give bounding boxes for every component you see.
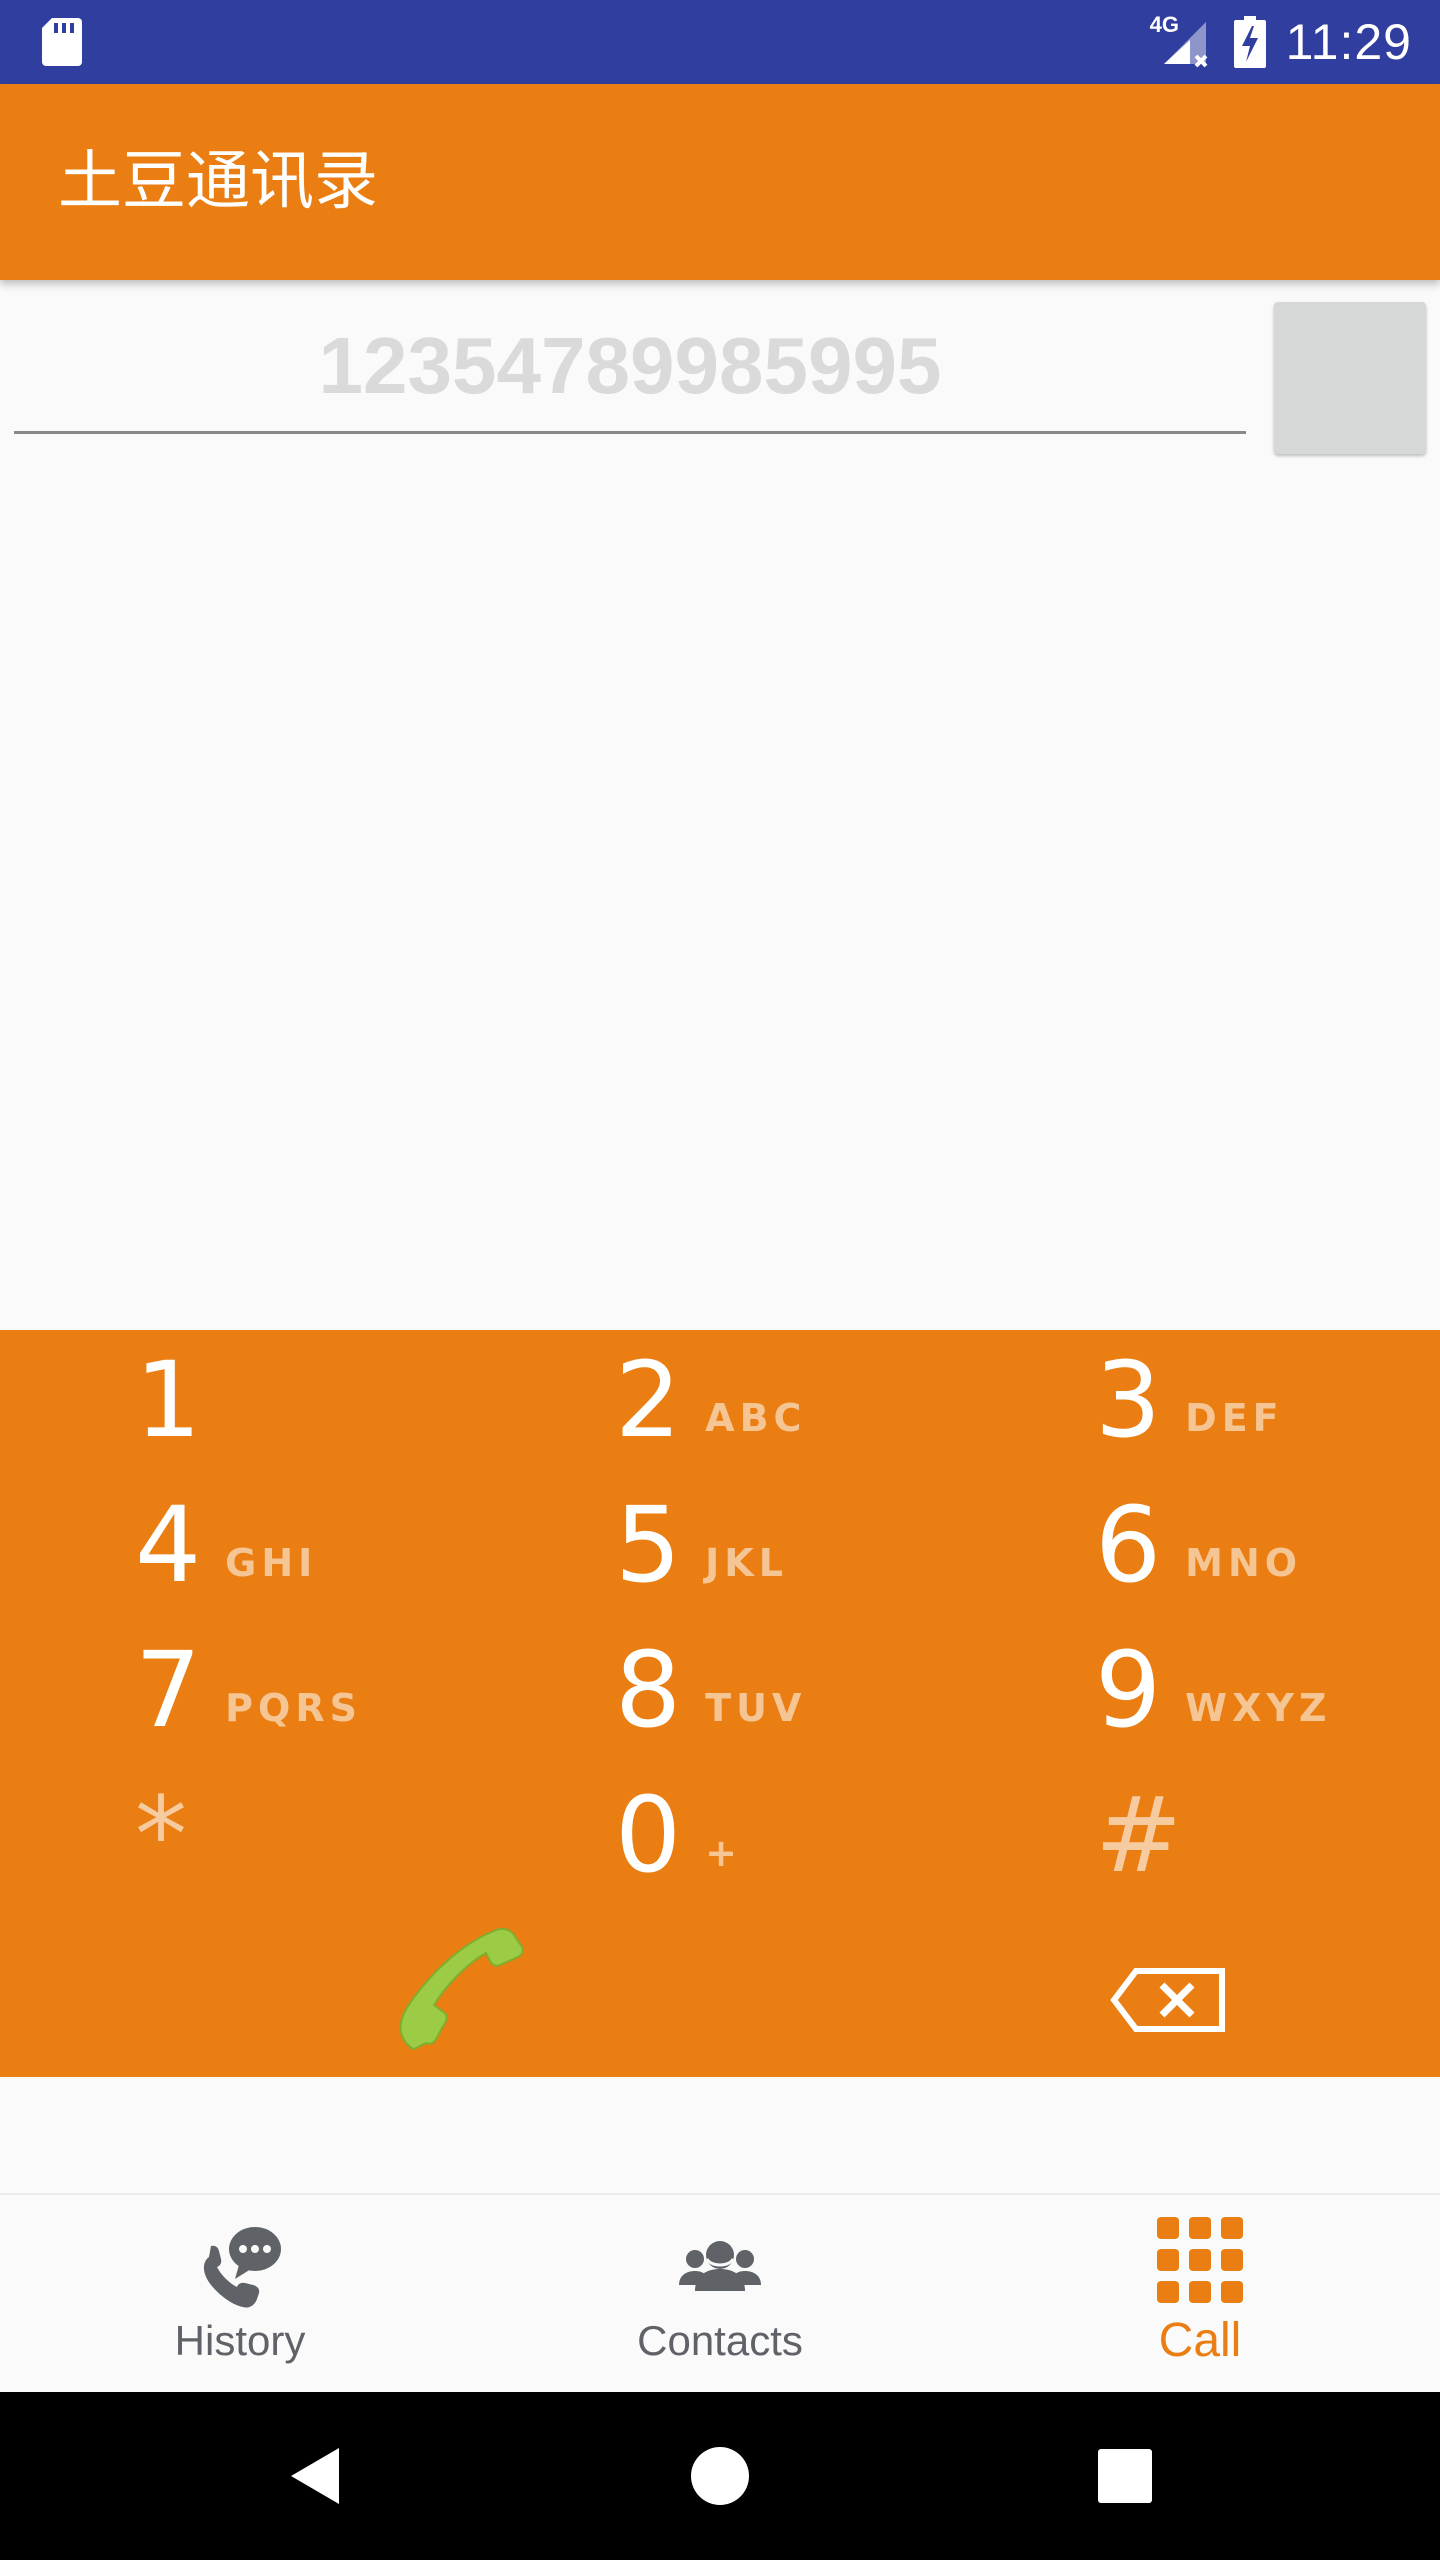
home-circle-icon	[691, 2447, 749, 2505]
back-triangle-icon	[291, 2448, 339, 2504]
key-digit: 2	[615, 1339, 682, 1461]
key-3[interactable]: 3 DEF	[1095, 1335, 1284, 1465]
key-digit: 1	[135, 1339, 202, 1461]
bottom-navigation: History Contacts Call	[0, 2193, 1440, 2393]
key-0[interactable]: 0 +	[615, 1770, 742, 1900]
key-letters: DEF	[1185, 1396, 1284, 1440]
recents-square-icon	[1098, 2449, 1152, 2503]
key-digit: 4	[135, 1484, 202, 1606]
key-4[interactable]: 4 GHI	[135, 1480, 317, 1610]
key-digit: 9	[1095, 1629, 1162, 1751]
key-2[interactable]: 2 ABC	[615, 1335, 806, 1465]
nav-history[interactable]: History	[90, 2195, 390, 2393]
key-digit: 6	[1095, 1484, 1162, 1606]
nav-contacts[interactable]: Contacts	[570, 2195, 870, 2393]
key-letters: GHI	[225, 1541, 318, 1585]
sd-card-icon	[42, 18, 82, 66]
key-letters: ABC	[705, 1396, 807, 1440]
key-5[interactable]: 5 JKL	[615, 1480, 788, 1610]
clock: 11:29	[1285, 14, 1412, 70]
key-digit: 3	[1095, 1339, 1162, 1461]
key-7[interactable]: 7 PQRS	[135, 1625, 362, 1755]
backspace-button[interactable]	[1110, 1965, 1230, 2035]
key-letters: MNO	[1185, 1541, 1303, 1585]
key-digit: 0	[615, 1774, 682, 1896]
nav-label: Contacts	[637, 2317, 803, 2364]
key-star[interactable]: *	[135, 1770, 187, 1900]
group-icon	[679, 2241, 761, 2291]
dialpad-icon	[1157, 2217, 1243, 2303]
key-digit: #	[1095, 1774, 1183, 1896]
key-letters: JKL	[705, 1541, 788, 1585]
home-button[interactable]	[660, 2392, 780, 2560]
nav-call[interactable]: Call	[1050, 2195, 1350, 2393]
back-button[interactable]	[255, 2392, 375, 2560]
key-8[interactable]: 8 TUV	[615, 1625, 806, 1755]
backspace-icon	[1110, 1968, 1225, 2032]
signal-icon: 4G	[1150, 12, 1214, 72]
key-6[interactable]: 6 MNO	[1095, 1480, 1302, 1610]
phone-chat-icon	[203, 2227, 281, 2308]
nav-label: Call	[1158, 2314, 1242, 2367]
action-button[interactable]	[1274, 302, 1426, 454]
key-digit: 8	[615, 1629, 682, 1751]
phone-handset-icon	[399, 1927, 524, 2051]
key-1[interactable]: 1	[135, 1335, 201, 1465]
dial-number-input[interactable]	[14, 300, 1246, 434]
key-letters: WXYZ	[1185, 1686, 1332, 1730]
system-navigation-bar	[0, 2392, 1440, 2560]
key-hash[interactable]: #	[1095, 1770, 1182, 1900]
call-button[interactable]	[390, 1925, 530, 2065]
key-digit: 7	[135, 1629, 202, 1751]
nav-label: History	[174, 2317, 306, 2364]
app-title: 土豆通讯录	[58, 145, 378, 219]
recents-button[interactable]	[1065, 2392, 1185, 2560]
key-letters: +	[705, 1831, 743, 1875]
app-bar: 土豆通讯录	[0, 84, 1440, 280]
status-bar: 4G 11:29	[0, 0, 1440, 84]
key-letters: PQRS	[225, 1686, 362, 1730]
battery-charging-icon	[1233, 16, 1266, 68]
key-digit: 5	[615, 1484, 682, 1606]
key-9[interactable]: 9 WXYZ	[1095, 1625, 1331, 1755]
key-digit: *	[135, 1774, 187, 1896]
key-letters: TUV	[705, 1686, 807, 1730]
